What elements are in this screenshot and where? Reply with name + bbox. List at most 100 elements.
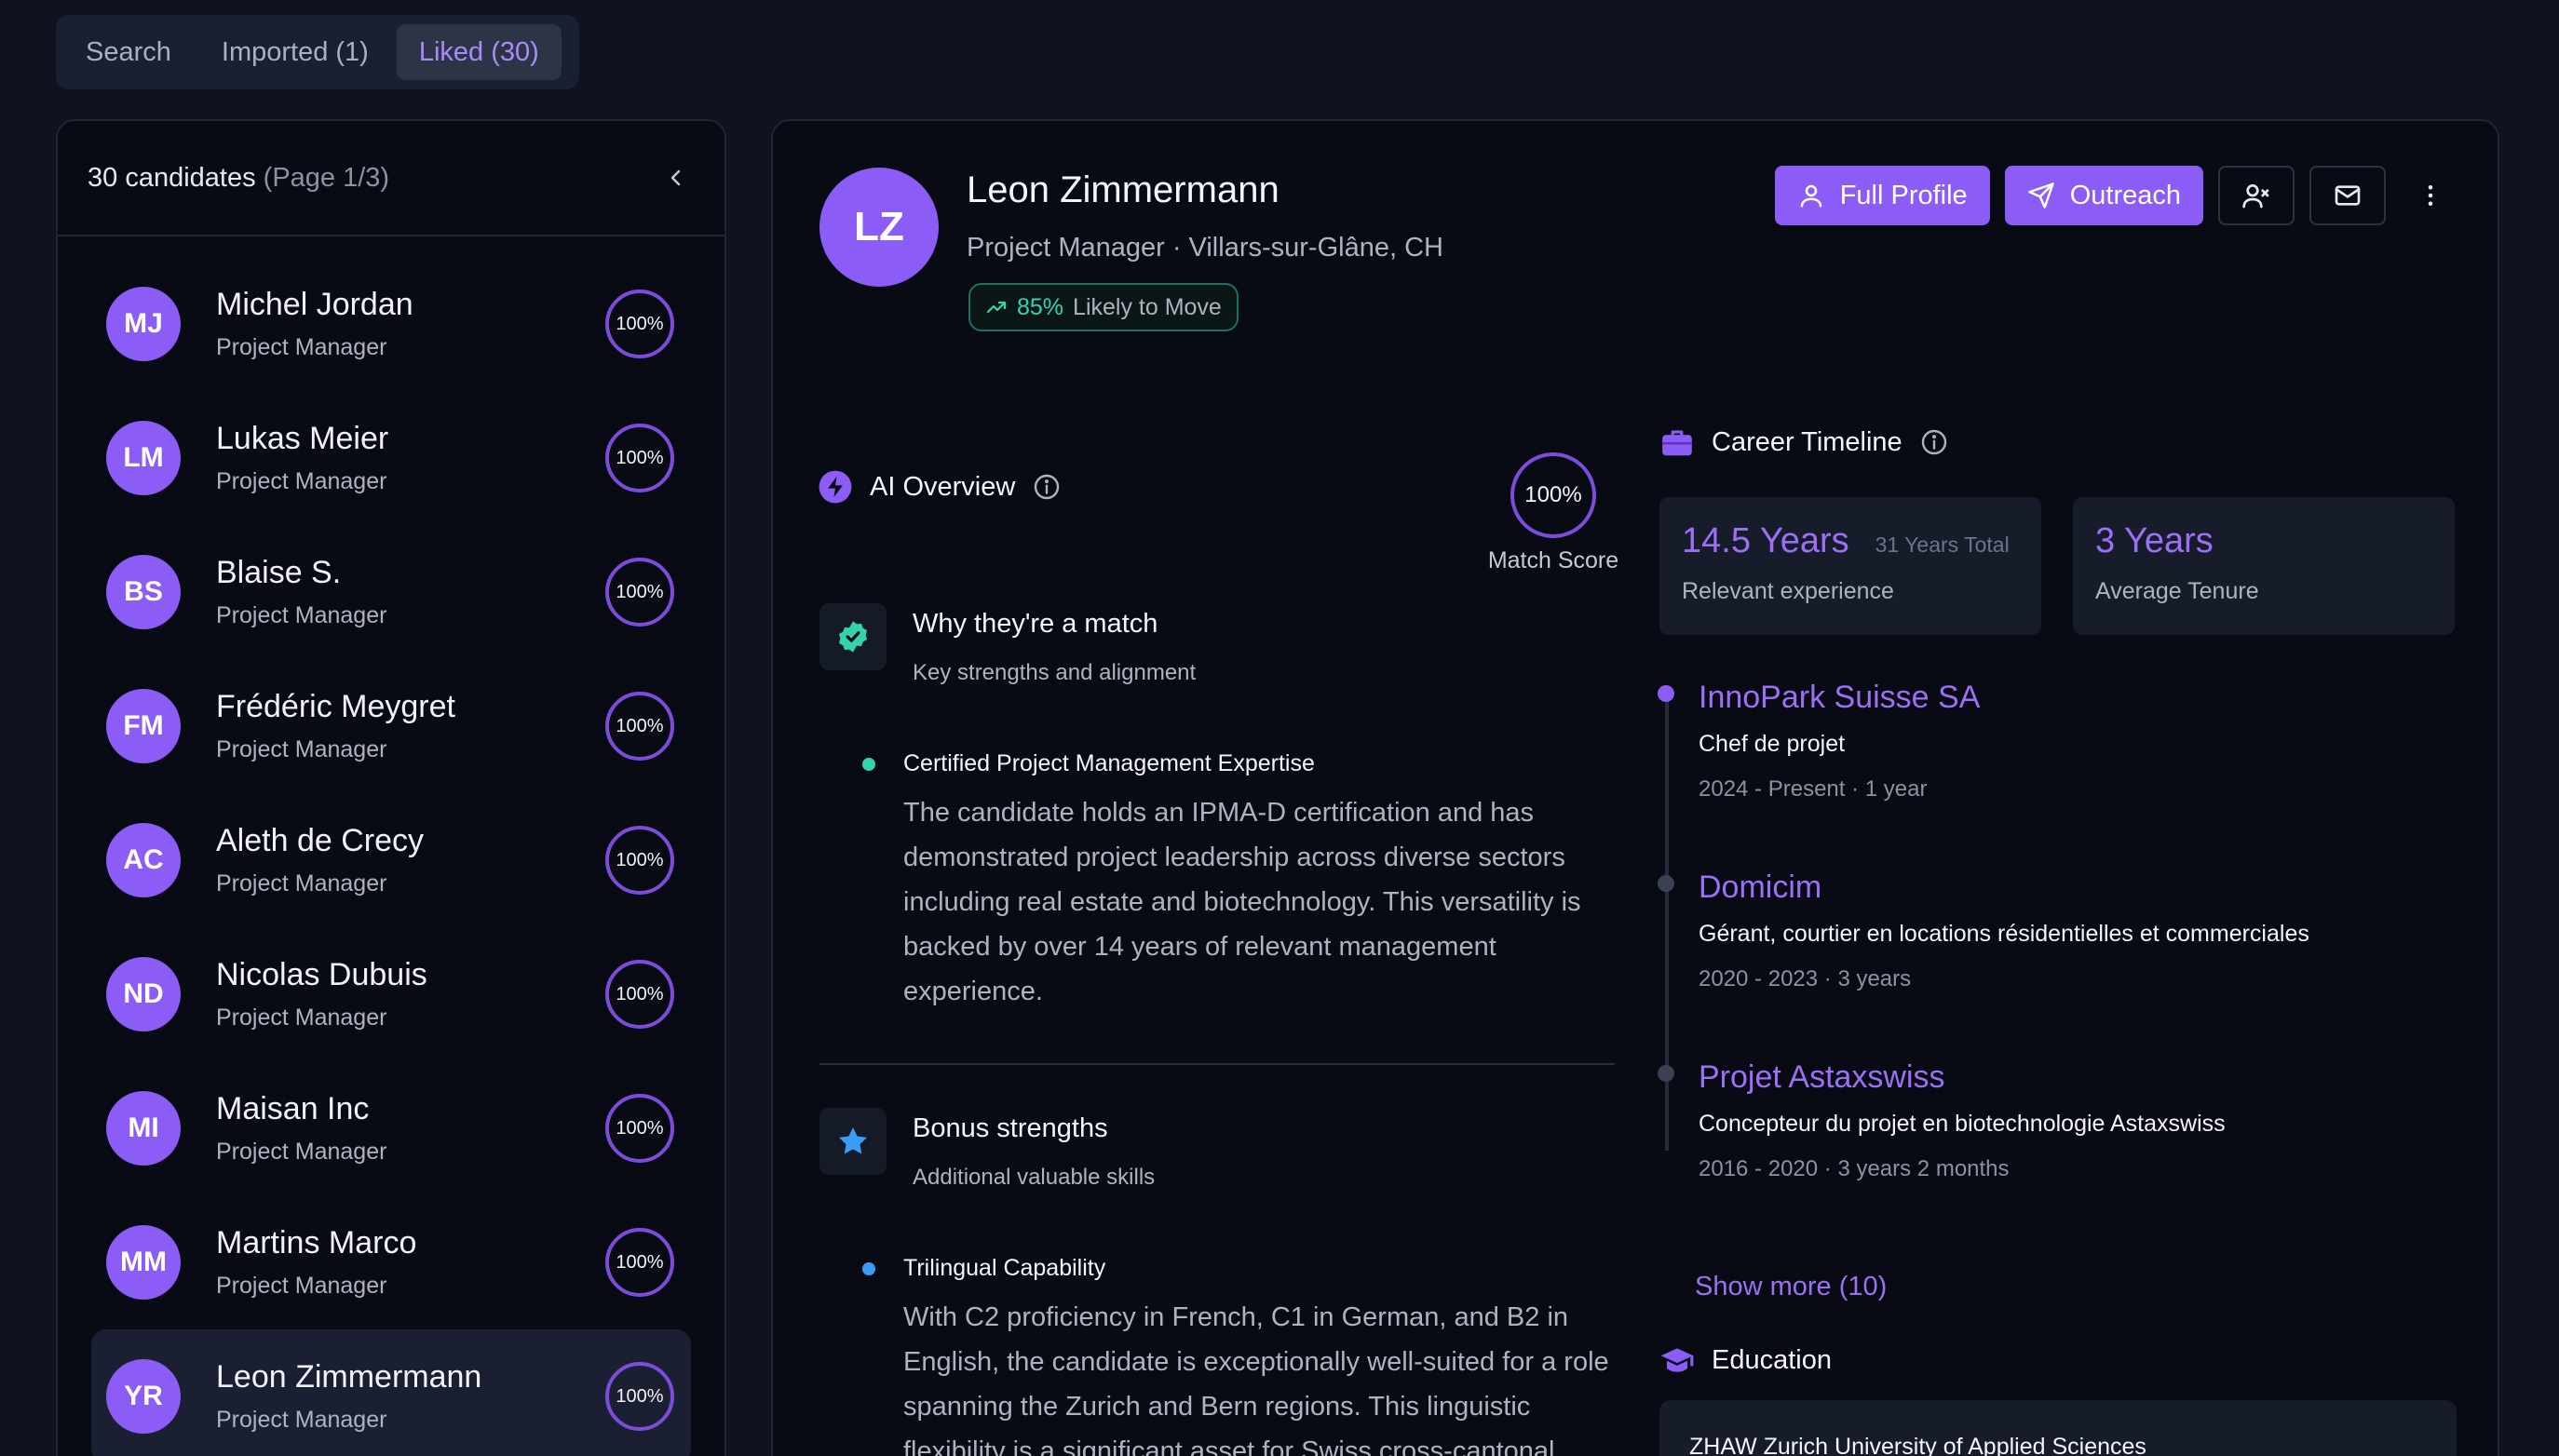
timeline-item: InnoPark Suisse SA Chef de projet 2024 -… (1658, 680, 2403, 802)
candidate-row[interactable]: AC Aleth de Crecy Project Manager 100% (91, 793, 691, 927)
view-tabs: Search Imported (1) Liked (30) (56, 15, 579, 89)
timeline-dates: 2016 - 2020 · 3 years 2 months (1699, 1156, 2010, 1181)
match-score-ring: 100% (605, 558, 674, 627)
match-score-ring: 100% (605, 290, 674, 358)
tab-imported[interactable]: Imported (1) (199, 24, 391, 80)
strength-title: Trilingual Capability (903, 1255, 1106, 1281)
page-indicator: (Page 1/3) (263, 162, 390, 193)
candidate-row[interactable]: MJ Michel Jordan Project Manager 100% (91, 257, 691, 391)
user-x-icon (2242, 184, 2269, 209)
candidate-name: Maisan Inc (216, 1091, 370, 1126)
timeline-dot (1658, 685, 1674, 702)
badge-check-icon (819, 603, 887, 670)
candidate-row[interactable]: ND Nicolas Dubuis Project Manager 100% (91, 927, 691, 1061)
match-score-ring: 100% (605, 960, 674, 1029)
match-score-ring: 100% (605, 1094, 674, 1163)
info-icon[interactable] (1032, 472, 1062, 502)
timeline-company[interactable]: InnoPark Suisse SA (1699, 680, 2403, 716)
match-score-label: Match Score (1487, 547, 1619, 573)
candidate-row[interactable]: MI Maisan Inc Project Manager 100% (91, 1061, 691, 1195)
match-score: 100% Match Score (1479, 452, 1628, 574)
outreach-button[interactable]: Outreach (2004, 166, 2203, 225)
avatar: YR (106, 1359, 181, 1434)
candidate-role: Project Manager (216, 870, 387, 897)
chevron-left-icon (670, 169, 681, 186)
avatar: MJ (106, 287, 181, 361)
candidate-role: Project Manager (216, 1139, 387, 1165)
timeline-dates: 2020 - 2023 · 3 years (1699, 966, 1912, 991)
match-score-ring: 100% (605, 1362, 674, 1431)
trending-up-icon (986, 301, 1007, 314)
section-title: Why they're a match (913, 609, 1158, 639)
candidate-name: Blaise S. (216, 555, 342, 590)
briefcase-icon (1662, 430, 1692, 456)
education-header: Education (1659, 1342, 1832, 1378)
strength-title: Certified Project Management Expertise (903, 750, 1315, 776)
avatar: MM (106, 1225, 181, 1300)
lightning-icon (819, 470, 852, 504)
timeline-company[interactable]: Projet Astaxswiss (1699, 1059, 2403, 1096)
timeline-item: Projet Astaxswiss Concepteur du projet e… (1658, 1059, 2403, 1182)
tab-search[interactable]: Search (63, 24, 194, 80)
match-score-ring: 100% (605, 424, 674, 492)
graduation-cap-icon (1660, 1348, 1694, 1372)
avatar: FM (106, 689, 181, 763)
email-button[interactable] (2309, 166, 2386, 225)
match-score-ring: 100% (1510, 452, 1596, 538)
stat-label: Average Tenure (2095, 578, 2259, 604)
match-score-ring: 100% (605, 826, 674, 895)
strength-description: The candidate holds an IPMA-D certificat… (903, 798, 1581, 1006)
candidate-name: Frédéric Meygret (216, 689, 455, 724)
strength-item: Trilingual Capability With C2 proficienc… (862, 1255, 1626, 1456)
education-title: Education (1712, 1344, 1832, 1375)
why-match-section: Why they're a match Key strengths and al… (819, 603, 1196, 686)
stat-value: 3 Years (2095, 521, 2214, 560)
timeline-dot (1658, 875, 1674, 892)
avatar: MI (106, 1091, 181, 1166)
candidate-detail-panel: LZ Leon Zimmermann Project Manager · Vil… (771, 119, 2499, 1456)
candidate-row-selected[interactable]: YR Leon Zimmermann Project Manager 100% (91, 1329, 691, 1456)
timeline-role: Concepteur du projet en biotechnologie A… (1699, 1111, 2226, 1137)
timeline-company[interactable]: Domicim (1699, 870, 2403, 906)
bullet-dot (862, 1261, 875, 1275)
candidate-role: Project Manager (216, 1004, 387, 1031)
timeline-dot (1658, 1065, 1674, 1082)
relevant-experience-card: 14.5 Years 31 Years Total Relevant exper… (1659, 497, 2041, 635)
candidate-row[interactable]: LM Lukas Meier Project Manager 100% (91, 391, 691, 525)
candidate-name: Martins Marco (216, 1225, 417, 1261)
candidate-row[interactable]: BS Blaise S. Project Manager 100% (91, 525, 691, 659)
ai-overview-header: AI Overview (818, 469, 1062, 505)
remove-candidate-button[interactable] (2218, 166, 2295, 225)
show-more-link[interactable]: Show more (10) (1695, 1272, 1887, 1302)
candidate-list-header: 30 candidates (Page 1/3) (58, 121, 724, 236)
move-label: Likely to Move (1073, 293, 1222, 320)
timeline-role: Chef de projet (1699, 731, 1846, 757)
career-timeline-header: Career Timeline (1659, 425, 1949, 460)
profile-name: Leon Zimmermann (967, 169, 1280, 210)
average-tenure-card: 3 Years Average Tenure (2073, 497, 2455, 635)
match-score-ring: 100% (605, 692, 674, 761)
collapse-panel-button[interactable] (657, 159, 695, 196)
info-icon[interactable] (1919, 427, 1949, 457)
more-options-button[interactable] (2401, 166, 2460, 225)
candidate-role: Project Manager (216, 602, 387, 628)
timeline-role: Gérant, courtier en locations résidentie… (1699, 921, 2309, 947)
candidate-role: Project Manager (216, 334, 387, 360)
profile-subtitle: Project Manager · Villars-sur-Glâne, CH (967, 233, 1443, 263)
full-profile-button[interactable]: Full Profile (1774, 166, 1990, 225)
timeline-dates: 2024 - Present · 1 year (1699, 776, 1928, 802)
stat-value: 14.5 Years (1682, 521, 1849, 560)
tab-liked[interactable]: Liked (30) (396, 24, 562, 80)
match-score-ring: 100% (605, 1228, 674, 1297)
bullet-dot (862, 757, 875, 771)
likely-to-move-badge: 85% Likely to Move (968, 283, 1239, 331)
stat-label: Relevant experience (1682, 578, 1894, 604)
candidate-list: MJ Michel Jordan Project Manager 100% LM… (58, 236, 724, 1456)
divider (819, 1063, 1615, 1065)
candidate-row[interactable]: FM Frédéric Meygret Project Manager 100% (91, 659, 691, 793)
education-card: ZHAW Zurich University of Applied Scienc… (1659, 1400, 2457, 1456)
candidate-list-panel: 30 candidates (Page 1/3) MJ Michel Jorda… (56, 119, 726, 1456)
candidate-row[interactable]: MM Martins Marco Project Manager 100% (91, 1195, 691, 1329)
candidate-name: Lukas Meier (216, 421, 389, 456)
avatar: BS (106, 555, 181, 629)
